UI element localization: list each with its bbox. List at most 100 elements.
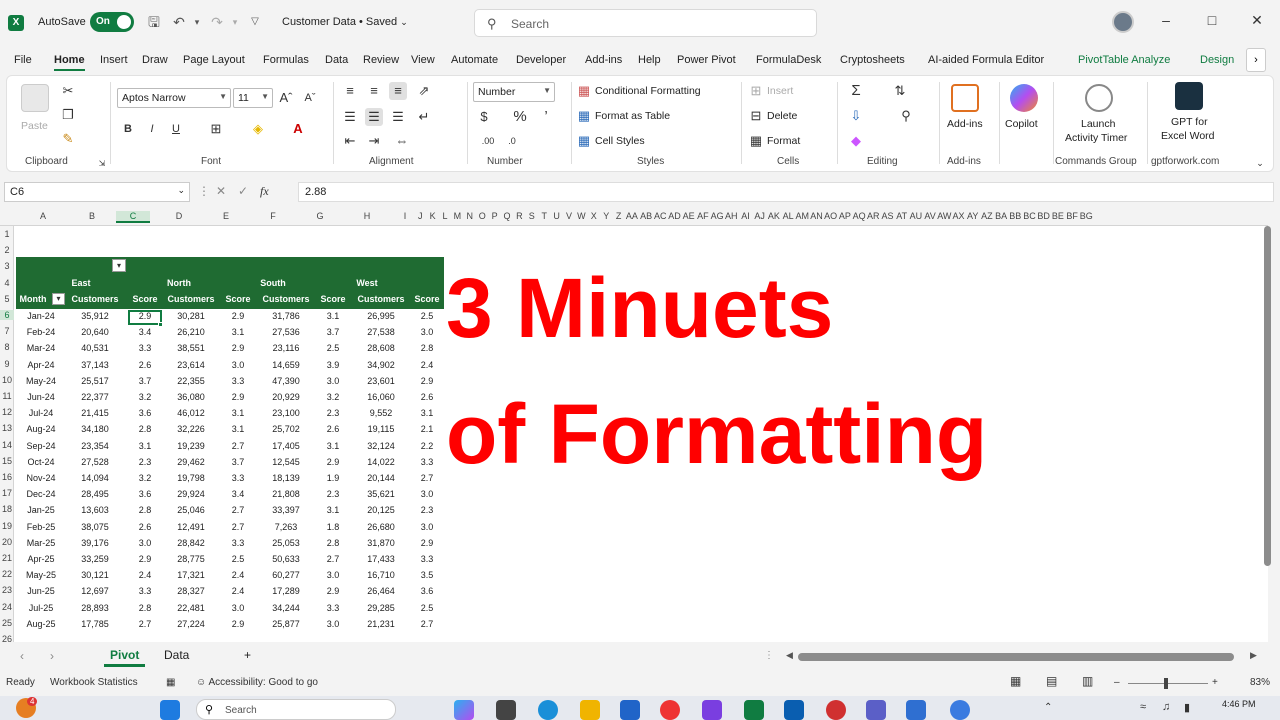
column-header[interactable]: BD xyxy=(1037,211,1051,221)
data-cell[interactable]: 29,924 xyxy=(162,489,220,499)
row-header[interactable]: 6 xyxy=(0,310,14,320)
borders-icon[interactable]: ⊞ xyxy=(207,120,225,138)
data-cell[interactable]: 3.3 xyxy=(316,603,350,613)
format-as-table-icon[interactable]: ▦ xyxy=(575,107,593,125)
month-cell[interactable]: Jan-24 xyxy=(16,311,66,321)
wifi-icon[interactable]: ≈ xyxy=(1140,701,1146,713)
data-cell[interactable]: 3.2 xyxy=(128,392,162,402)
data-cell[interactable]: 2.7 xyxy=(220,522,256,532)
column-header[interactable]: T xyxy=(538,211,550,221)
increase-indent-icon[interactable]: ⇥ xyxy=(365,132,383,150)
tab-data[interactable]: Data xyxy=(325,54,348,66)
month-cell[interactable]: Jul-24 xyxy=(16,408,66,418)
month-cell[interactable]: May-24 xyxy=(16,376,66,386)
column-header[interactable]: Y xyxy=(600,211,612,221)
data-cell[interactable]: 3.0 xyxy=(220,603,256,613)
comma-style-icon[interactable]: ’ xyxy=(537,108,555,126)
conditional-formatting-icon[interactable]: ▦ xyxy=(575,82,593,100)
data-cell[interactable]: 2.9 xyxy=(410,376,444,386)
column-header[interactable]: E xyxy=(208,211,244,221)
column-header[interactable]: AV xyxy=(923,211,937,221)
column-header[interactable]: AD xyxy=(667,211,681,221)
data-cell[interactable]: 3.0 xyxy=(410,489,444,499)
data-cell[interactable]: 25,053 xyxy=(256,538,316,548)
column-header[interactable]: AQ xyxy=(852,211,866,221)
battery-icon[interactable]: ▮ xyxy=(1184,701,1190,714)
data-cell[interactable]: 3.0 xyxy=(220,360,256,370)
row-header[interactable]: 20 xyxy=(0,537,14,547)
row-header[interactable]: 4 xyxy=(0,278,14,288)
data-cell[interactable]: 1.9 xyxy=(316,473,350,483)
data-cell[interactable]: 33,259 xyxy=(66,554,124,564)
data-cell[interactable]: 3.3 xyxy=(128,586,162,596)
data-cell[interactable]: 37,143 xyxy=(66,360,124,370)
column-header[interactable]: AA xyxy=(625,211,639,221)
paste-icon[interactable] xyxy=(21,84,49,112)
month-cell[interactable]: Feb-24 xyxy=(16,327,66,337)
row-header[interactable]: 9 xyxy=(0,359,14,369)
data-cell[interactable]: 22,481 xyxy=(162,603,220,613)
tab-draw[interactable]: Draw xyxy=(142,54,168,66)
column-header[interactable]: J xyxy=(414,211,426,221)
data-cell[interactable]: 3.2 xyxy=(316,392,350,402)
store-icon[interactable] xyxy=(620,700,640,720)
tab-power-pivot[interactable]: Power Pivot xyxy=(677,54,736,66)
data-cell[interactable]: 17,785 xyxy=(66,619,124,629)
data-cell[interactable]: 34,180 xyxy=(66,424,124,434)
excel-taskbar-icon[interactable] xyxy=(744,700,764,720)
accessibility-status[interactable]: ☺ Accessibility: Good to go xyxy=(196,677,318,688)
fill-icon[interactable]: ⇩ xyxy=(847,107,865,125)
wrap-text-icon[interactable]: ↵ xyxy=(415,108,433,126)
data-cell[interactable]: 3.7 xyxy=(316,327,350,337)
data-cell[interactable]: 17,321 xyxy=(162,570,220,580)
data-cell[interactable]: 35,912 xyxy=(66,311,124,321)
orientation-icon[interactable]: ⇗ xyxy=(415,82,433,100)
volume-icon[interactable]: ♫ xyxy=(1162,701,1170,713)
add-ins-icon[interactable] xyxy=(951,84,979,112)
data-cell[interactable]: 29,462 xyxy=(162,457,220,467)
data-cell[interactable]: 3.1 xyxy=(410,408,444,418)
data-cell[interactable]: 21,231 xyxy=(352,619,410,629)
copy-icon[interactable]: ❐ xyxy=(59,106,77,124)
data-cell[interactable]: 3.5 xyxy=(410,570,444,580)
data-cell[interactable]: 3.6 xyxy=(128,489,162,499)
data-cell[interactable]: 38,551 xyxy=(162,343,220,353)
data-cell[interactable]: 2.6 xyxy=(316,424,350,434)
data-cell[interactable]: 30,121 xyxy=(66,570,124,580)
data-cell[interactable]: 12,545 xyxy=(256,457,316,467)
data-cell[interactable]: 26,680 xyxy=(352,522,410,532)
data-cell[interactable]: 23,601 xyxy=(352,376,410,386)
row-header[interactable]: 15 xyxy=(0,456,14,466)
data-cell[interactable]: 3.4 xyxy=(128,327,162,337)
tab-add-ins[interactable]: Add-ins xyxy=(585,54,622,66)
data-cell[interactable]: 3.7 xyxy=(220,457,256,467)
clear-icon[interactable]: ◆ xyxy=(847,132,865,150)
restore-icon[interactable]: □ xyxy=(1202,12,1222,28)
data-cell[interactable]: 39,176 xyxy=(66,538,124,548)
outlook-icon[interactable] xyxy=(784,700,804,720)
tab-review[interactable]: Review xyxy=(363,54,399,66)
data-cell[interactable]: 3.0 xyxy=(316,570,350,580)
data-cell[interactable]: 2.6 xyxy=(128,360,162,370)
column-header[interactable]: AO xyxy=(824,211,838,221)
data-cell[interactable]: 3.0 xyxy=(316,619,350,629)
user-avatar[interactable] xyxy=(1112,11,1134,33)
ribbon-scroll-right-icon[interactable]: › xyxy=(1246,48,1266,72)
filter-dropdown-icon[interactable]: ▾ xyxy=(112,259,126,272)
data-cell[interactable]: 14,659 xyxy=(256,360,316,370)
zoom-level[interactable]: 83% xyxy=(1250,677,1270,688)
column-header[interactable]: M xyxy=(451,211,463,221)
data-cell[interactable]: 21,808 xyxy=(256,489,316,499)
column-header[interactable]: C xyxy=(116,211,150,223)
data-cell[interactable]: 2.8 xyxy=(128,505,162,515)
merge-center-icon[interactable]: ⇔ xyxy=(393,132,411,150)
row-header[interactable]: 3 xyxy=(0,261,14,271)
cancel-icon[interactable]: ✕ xyxy=(216,184,226,198)
number-format-select[interactable]: Number ▼ xyxy=(473,82,555,102)
month-cell[interactable]: Jan-25 xyxy=(16,505,66,515)
column-header[interactable]: H xyxy=(338,211,396,221)
column-header[interactable]: F xyxy=(244,211,302,221)
worksheet-grid[interactable]: A B C D E F G H I J K L M N O P Q R S T U V W X Y Z AA AB AC AD AE AF AG… xyxy=(0,208,1268,642)
data-cell[interactable]: 2.4 xyxy=(220,586,256,596)
percent-icon[interactable]: % xyxy=(511,108,529,126)
